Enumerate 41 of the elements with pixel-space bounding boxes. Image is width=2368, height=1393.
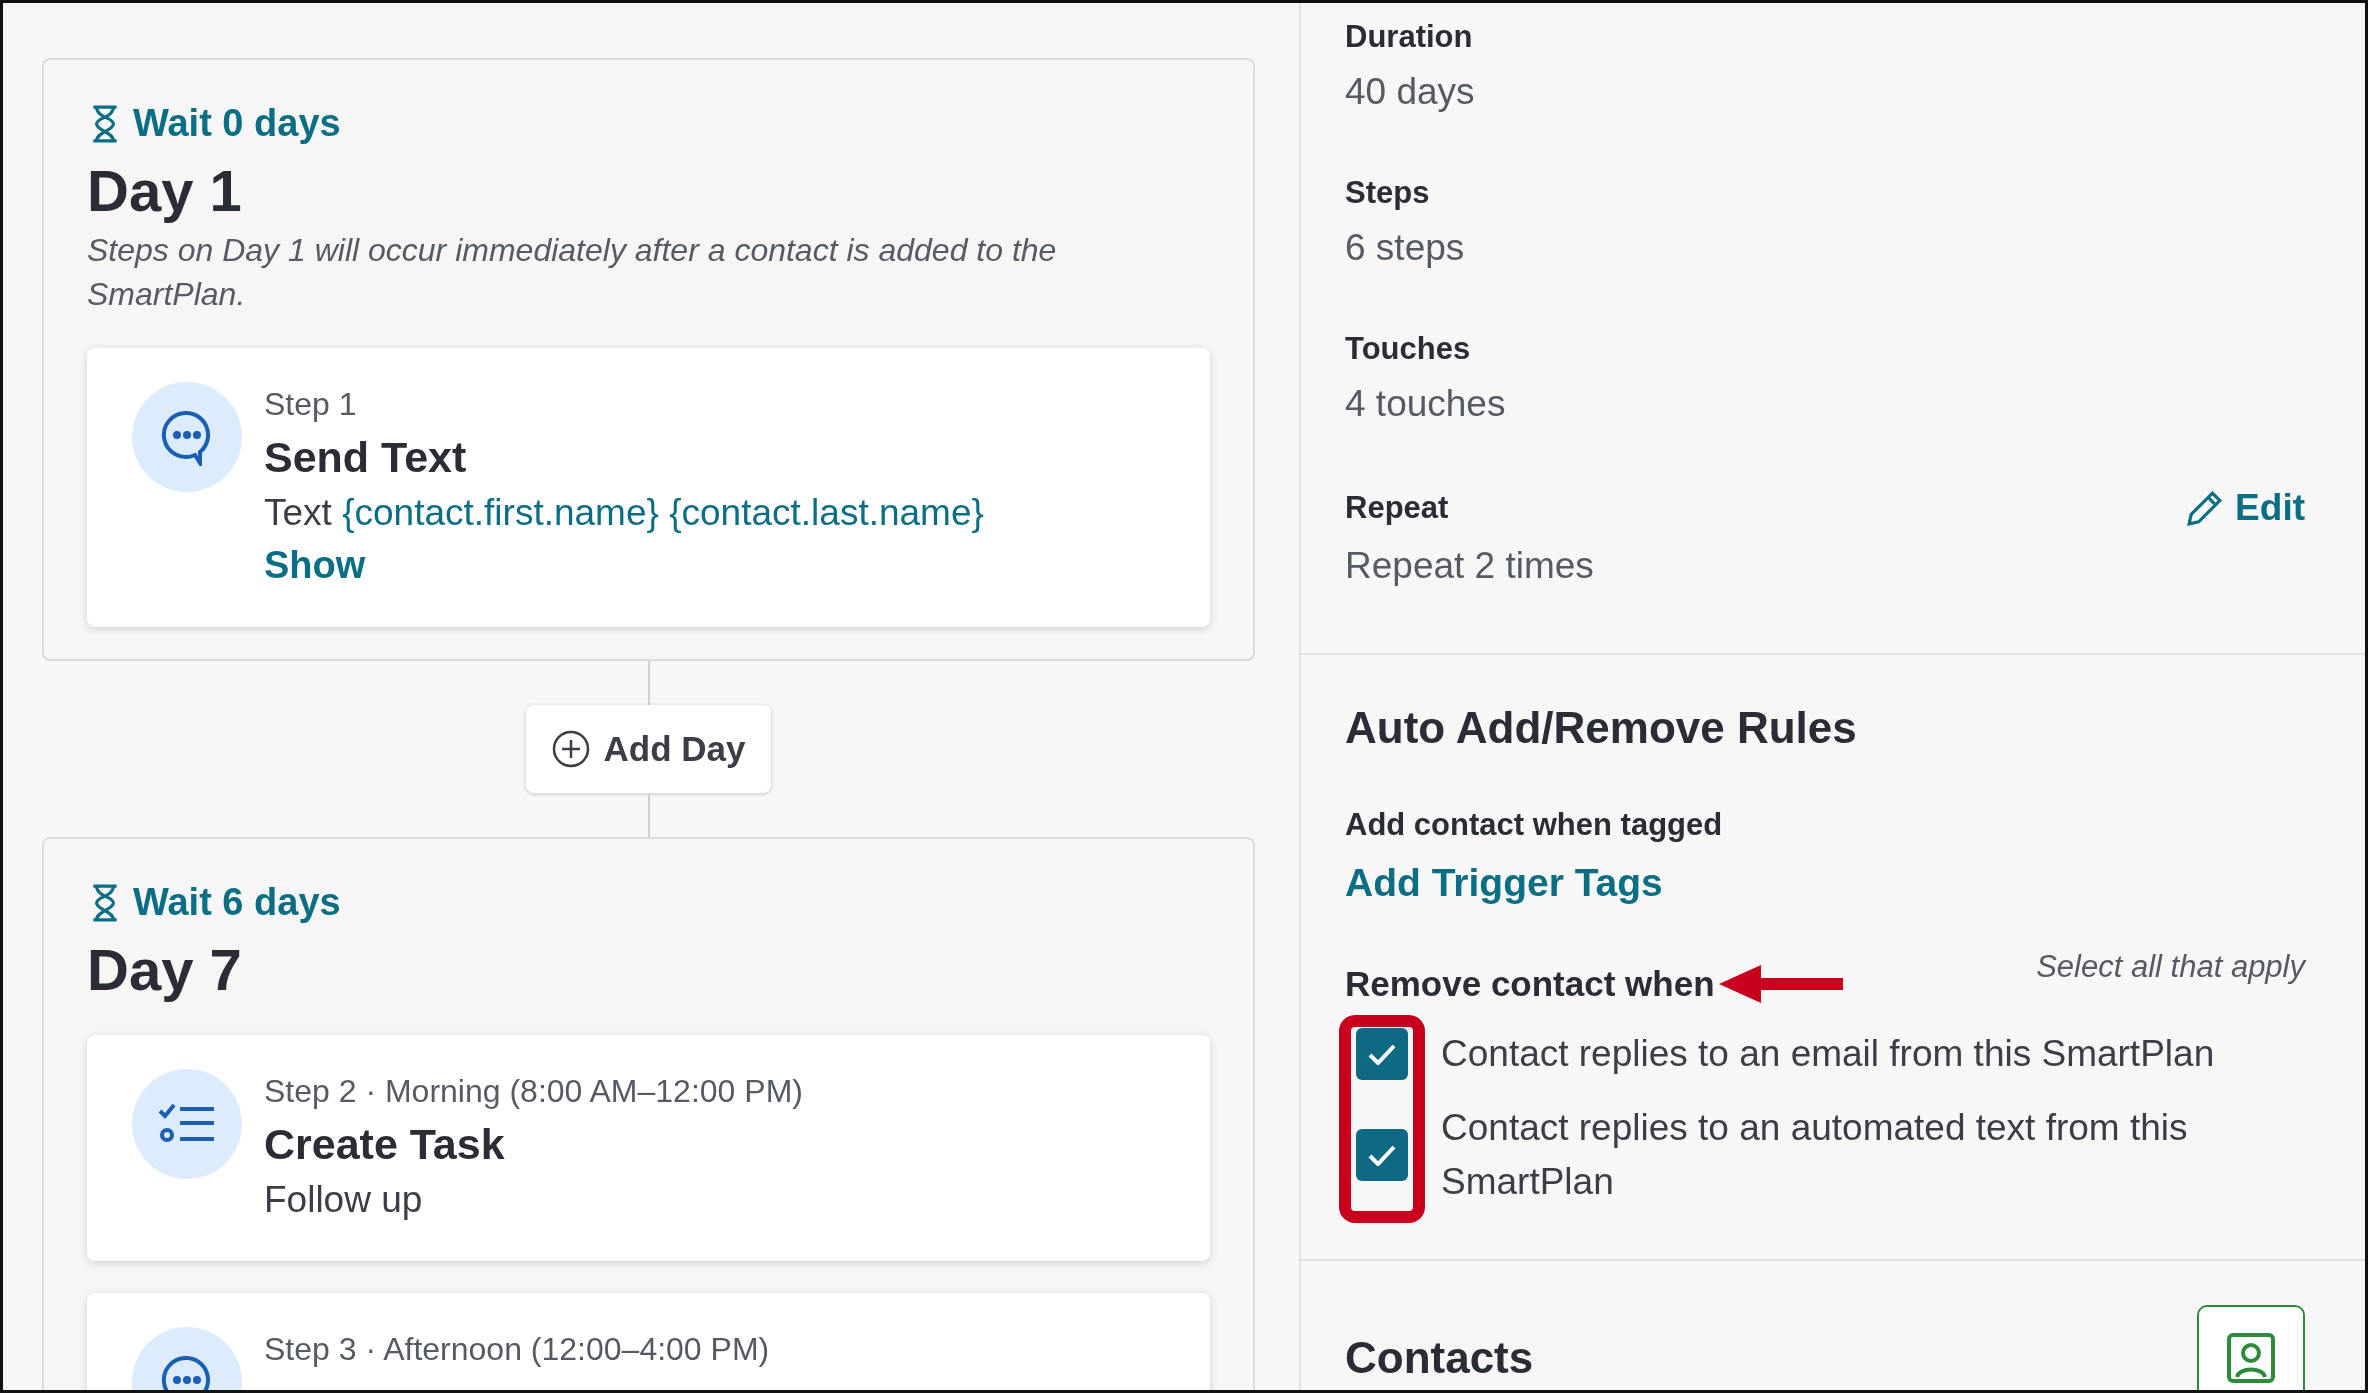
check-icon [1368, 1144, 1396, 1166]
detail-value: 6 steps [1345, 227, 1466, 269]
plus-circle-icon [551, 730, 590, 768]
step-detail: Follow up [264, 1179, 424, 1221]
detail-label: Duration [1345, 19, 1473, 55]
show-link[interactable]: Show [264, 544, 984, 587]
add-day-button[interactable]: Add Day [525, 705, 772, 793]
day-title: Day 1 [87, 157, 243, 224]
rule-label: Remove contact when [1345, 964, 1715, 1004]
contact-card-button[interactable] [2197, 1305, 2305, 1390]
section-heading: Auto Add/Remove Rules [1345, 703, 1858, 753]
edit-link[interactable]: Edit [2187, 487, 2305, 529]
hourglass-icon [91, 883, 119, 922]
checkbox[interactable] [1356, 1028, 1408, 1080]
add-trigger-tags-link[interactable]: Add Trigger Tags [1345, 861, 1663, 905]
contact-icon [2225, 1333, 2277, 1383]
checkbox-label: Contact replies to an automated text from this SmartPlan [1441, 1106, 2189, 1204]
check-icon [1368, 1043, 1396, 1065]
hourglass-icon [91, 104, 119, 143]
detail-value: Repeat 2 times [1345, 545, 1595, 587]
step-detail: Text {contact.first.name} {contact.last.name} [264, 492, 984, 534]
pencil-icon [2187, 490, 2224, 526]
detail-label: Repeat [1345, 490, 1449, 526]
day-title: Day 7 [87, 936, 243, 1003]
step-number: Step 2 · Morning (8:00 AM–12:00 PM) [264, 1073, 803, 1110]
detail-value: 4 touches [1345, 383, 1507, 425]
detail-label: Steps [1345, 175, 1430, 211]
section-heading: Contacts [1345, 1333, 1534, 1383]
rule-label: Add contact when tagged [1345, 807, 1724, 843]
day-note: Steps on Day 1 will occur immediately after a contact is added to the SmartPlan. [87, 231, 1058, 314]
detail-label: Touches [1345, 331, 1471, 367]
step-title: Create Task [264, 1120, 506, 1169]
step-title: Send Text [264, 433, 468, 482]
step-number: Step 1 [264, 386, 358, 423]
wait-duration: Wait 6 days [133, 881, 341, 924]
detail-value: 40 days [1345, 71, 1476, 113]
wait-duration: Wait 0 days [133, 102, 341, 145]
hint-text: Select all that apply [2036, 949, 2305, 985]
checkbox[interactable] [1356, 1129, 1408, 1181]
step-number: Step 3 · Afternoon (12:00–4:00 PM) [264, 1331, 770, 1368]
checkbox-label: Contact replies to an email from this SmartPlan [1441, 1032, 2216, 1076]
